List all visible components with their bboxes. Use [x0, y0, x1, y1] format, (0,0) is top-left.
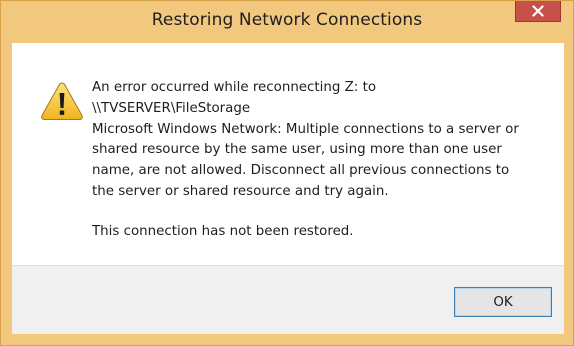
close-icon: [532, 5, 544, 17]
close-button[interactable]: [515, 1, 561, 22]
ok-button[interactable]: OK: [454, 287, 552, 317]
message-line: An error occurred while reconnecting Z: …: [92, 80, 377, 95]
error-message: An error occurred while reconnecting Z: …: [92, 78, 552, 243]
dialog-content: An error occurred while reconnecting Z: …: [12, 43, 564, 265]
status-message: This connection has not been restored.: [92, 223, 354, 239]
button-bar: OK: [12, 265, 564, 334]
message-line: the server or shared resource and try ag…: [92, 183, 389, 199]
message-line: \\TVSERVER\FileStorage: [92, 100, 251, 116]
message-line: shared resource by the same user, using …: [92, 142, 502, 158]
dialog-window: Restoring Network Connections An error o…: [0, 0, 574, 346]
title-bar[interactable]: Restoring Network Connections: [1, 1, 573, 41]
window-title: Restoring Network Connections: [151, 10, 423, 30]
warning-icon: [41, 82, 83, 120]
message-line: Microsoft Windows Network: Multiple conn…: [92, 121, 519, 137]
message-line: name, are not allowed. Disconnect all pr…: [92, 163, 510, 179]
